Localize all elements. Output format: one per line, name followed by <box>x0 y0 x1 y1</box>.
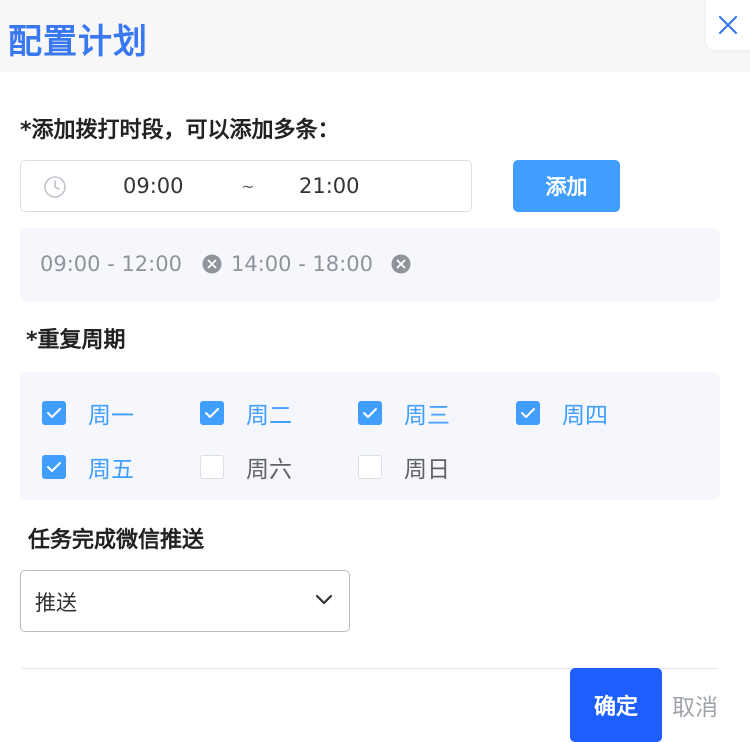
weekday-label: 周二 <box>246 403 292 429</box>
time-slot-list: 09:00 - 12:00 14:00 - 18:00 <box>20 228 720 302</box>
cancel-button[interactable]: 取消 <box>672 688 750 722</box>
add-button[interactable]: 添加 <box>513 160 620 212</box>
remove-slot-icon[interactable] <box>202 254 222 274</box>
checkbox-checked-icon[interactable] <box>42 401 66 425</box>
weekday-checkbox[interactable]: 周二 <box>200 396 292 430</box>
weekday-checkbox[interactable]: 周四 <box>516 396 608 430</box>
confirm-button[interactable]: 确定 <box>570 668 662 742</box>
repeat-section-label: *重复周期 <box>26 328 126 353</box>
weekday-label: 周一 <box>88 403 134 429</box>
start-time-input[interactable]: 09:00 <box>123 174 184 198</box>
time-range-picker[interactable]: 09:00 ~ 21:00 <box>20 160 472 212</box>
time-separator: ~ <box>241 177 255 196</box>
push-select-value: 推送 <box>35 591 77 615</box>
close-button[interactable] <box>706 0 750 50</box>
remove-slot-icon[interactable] <box>391 254 411 274</box>
dialog-header: 配置计划 <box>0 0 750 72</box>
weekday-panel: 周一 周二 周三 周四周五 周六 周日 <box>20 372 720 500</box>
checkbox-checked-icon[interactable] <box>42 455 66 479</box>
checkbox-checked-icon[interactable] <box>516 401 540 425</box>
weekday-label: 周日 <box>404 457 450 483</box>
push-select[interactable]: 推送 <box>20 570 350 632</box>
close-icon <box>718 15 738 35</box>
time-slot-tag: 09:00 - 12:00 <box>40 252 182 276</box>
checkbox-checked-icon[interactable] <box>200 401 224 425</box>
end-time-input[interactable]: 21:00 <box>299 174 360 198</box>
weekday-label: 周五 <box>88 457 134 483</box>
checkbox-unchecked-icon[interactable] <box>200 455 224 479</box>
checkbox-checked-icon[interactable] <box>358 401 382 425</box>
weekday-checkbox[interactable]: 周日 <box>358 450 450 484</box>
chevron-down-icon <box>315 594 333 605</box>
weekday-label: 周四 <box>562 403 608 429</box>
checkbox-unchecked-icon[interactable] <box>358 455 382 479</box>
weekday-label: 周三 <box>404 403 450 429</box>
weekday-checkbox[interactable]: 周六 <box>200 450 292 484</box>
push-section-label: 任务完成微信推送 <box>28 528 205 553</box>
dialog-title: 配置计划 <box>8 22 148 62</box>
time-slot-tag: 14:00 - 18:00 <box>231 252 373 276</box>
weekday-checkbox[interactable]: 周三 <box>358 396 450 430</box>
weekday-checkbox[interactable]: 周一 <box>42 396 134 430</box>
weekday-label: 周六 <box>246 457 292 483</box>
clock-icon <box>44 176 66 198</box>
weekday-checkbox[interactable]: 周五 <box>42 450 134 484</box>
time-section-label: *添加拨打时段，可以添加多条： <box>20 118 340 143</box>
